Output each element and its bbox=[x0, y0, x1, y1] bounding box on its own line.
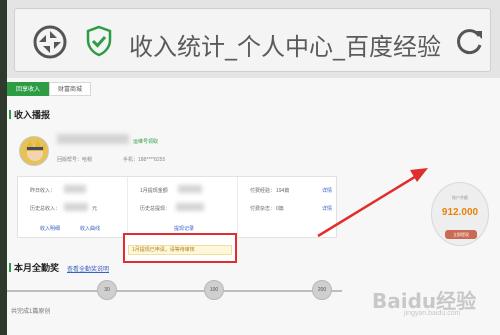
watermark-sub: jingyan.baidu.com bbox=[404, 310, 461, 317]
browser-window: 收入统计_个人中心_百度经验 回享收入 财富商城 收入播报 运维号领取 回版帮号… bbox=[0, 0, 500, 335]
